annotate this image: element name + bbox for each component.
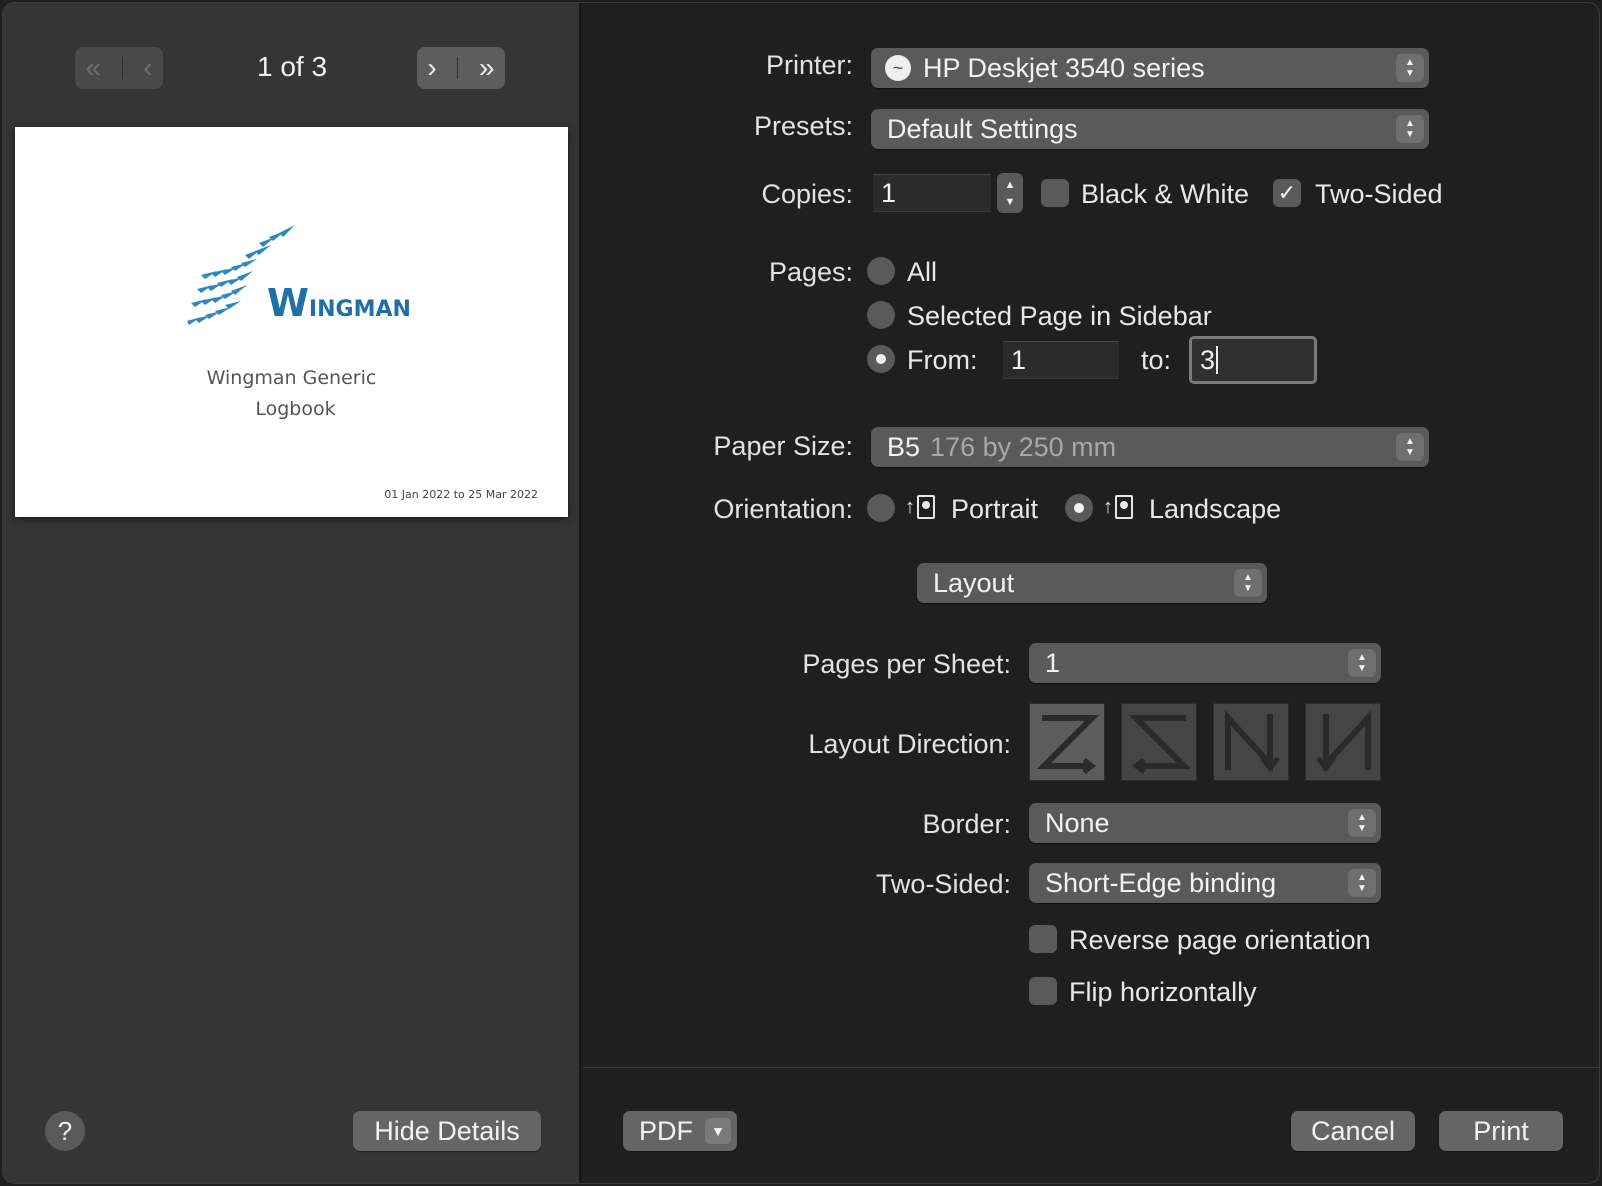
paper-size-popup[interactable]: B5 176 by 250 mm ▲ ▼	[871, 427, 1429, 467]
flip-horizontally-label: Flip horizontally	[1069, 977, 1257, 1007]
reverse-n-direction-icon	[1316, 710, 1371, 773]
two-sided-label: Two-Sided	[1315, 179, 1443, 209]
copies-stepper[interactable]: ▲ ▼	[997, 173, 1023, 213]
pages-to-value: 3	[1200, 344, 1216, 375]
layout-direction-n-button[interactable]	[1213, 703, 1289, 781]
copies-field[interactable]: 1	[873, 174, 991, 212]
printer-popup[interactable]: ~ HP Deskjet 3540 series ▲ ▼	[871, 48, 1429, 88]
paper-size-dimensions: 176 by 250 mm	[930, 431, 1117, 462]
border-popup[interactable]: None ▲ ▼	[1029, 803, 1381, 843]
printer-value: HP Deskjet 3540 series	[923, 52, 1205, 83]
print-button[interactable]: Print	[1439, 1111, 1563, 1151]
orientation-label: Orientation:	[713, 494, 853, 524]
pages-from-field[interactable]: 1	[1003, 341, 1119, 379]
popup-arrows-icon: ▲ ▼	[1234, 569, 1262, 597]
portrait-label: Portrait	[951, 494, 1039, 524]
pdf-label: PDF	[639, 1115, 693, 1146]
pages-per-sheet-label: Pages per Sheet:	[802, 649, 1011, 679]
black-white-checkbox[interactable]	[1041, 179, 1069, 207]
portrait-radio[interactable]	[867, 494, 895, 522]
printer-label: Printer:	[765, 50, 853, 80]
help-button[interactable]: ?	[45, 1111, 85, 1151]
pages-to-label: to:	[1141, 345, 1172, 375]
stepper-down-icon[interactable]: ▼	[1005, 196, 1016, 208]
two-sided-option-label: Two-Sided:	[875, 869, 1011, 899]
presets-popup[interactable]: Default Settings ▲ ▼	[871, 109, 1429, 149]
cancel-button[interactable]: Cancel	[1291, 1111, 1415, 1151]
pages-selected-label: Selected Page in Sidebar	[907, 301, 1212, 331]
pages-from-radio[interactable]	[867, 345, 895, 373]
pages-all-radio[interactable]	[867, 257, 895, 285]
page-preview: WINGMAN Wingman Generic Logbook 01 Jan 2…	[15, 127, 568, 517]
logo-wordmark: WINGMAN	[267, 281, 411, 325]
pages-per-sheet-value: 1	[1045, 647, 1061, 678]
printer-status-icon: ~	[885, 55, 911, 81]
layout-direction-z-button[interactable]	[1029, 703, 1105, 781]
chevron-down-icon: ▼	[705, 1118, 731, 1144]
border-label: Border:	[922, 809, 1011, 839]
landscape-radio[interactable]	[1065, 494, 1093, 522]
reverse-orientation-checkbox[interactable]	[1029, 925, 1057, 953]
section-value: Layout	[933, 567, 1015, 598]
popup-arrows-icon: ▲ ▼	[1396, 54, 1424, 82]
paper-size-label: Paper Size:	[713, 431, 853, 461]
checkmark-icon: ✓	[1277, 180, 1297, 205]
popup-arrows-icon: ▲ ▼	[1348, 809, 1376, 837]
pdf-menu-button[interactable]: PDF ▼	[623, 1111, 737, 1151]
popup-arrows-icon: ▲ ▼	[1348, 869, 1376, 897]
pages-to-field[interactable]: 3	[1189, 336, 1317, 384]
document-title-line1: Wingman Generic	[206, 367, 377, 389]
document-title-line2: Logbook	[255, 398, 336, 420]
paper-size-name: B5	[887, 431, 921, 462]
footer-divider	[583, 1067, 1599, 1068]
presets-label: Presets:	[753, 111, 853, 141]
hide-details-button[interactable]: Hide Details	[353, 1111, 541, 1151]
document-date-range: 01 Jan 2022 to 25 Mar 2022	[384, 488, 538, 501]
border-value: None	[1045, 807, 1110, 838]
text-caret	[1216, 346, 1219, 374]
next-page-icon[interactable]: ›	[427, 52, 436, 84]
layout-direction-reverse-n-button[interactable]	[1305, 703, 1381, 781]
pages-selected-radio[interactable]	[867, 301, 895, 329]
two-sided-popup[interactable]: Short-Edge binding ▲ ▼	[1029, 863, 1381, 903]
preview-sidebar: « ‹ 1 of 3 › » WINGMAN Wingman Generic L…	[3, 3, 581, 1183]
stepper-up-icon[interactable]: ▲	[1005, 179, 1016, 191]
layout-direction-reverse-z-button[interactable]	[1121, 703, 1197, 781]
popup-arrows-icon: ▲ ▼	[1396, 433, 1424, 461]
pages-from-label: From:	[907, 345, 978, 375]
z-direction-icon	[1036, 715, 1100, 774]
two-sided-value: Short-Edge binding	[1045, 867, 1277, 898]
landscape-icon: ↑	[1103, 495, 1133, 519]
copies-label: Copies:	[761, 179, 853, 209]
reverse-z-direction-icon	[1128, 715, 1192, 774]
flip-horizontally-checkbox[interactable]	[1029, 977, 1057, 1005]
n-direction-icon	[1225, 710, 1280, 773]
popup-arrows-icon: ▲ ▼	[1348, 649, 1376, 677]
reverse-orientation-label: Reverse page orientation	[1069, 925, 1371, 955]
popup-arrows-icon: ▲ ▼	[1396, 115, 1424, 143]
wingman-logo: WINGMAN	[187, 223, 411, 343]
black-white-label: Black & White	[1081, 179, 1250, 209]
next-page-group: › »	[417, 47, 505, 89]
section-popup[interactable]: Layout ▲ ▼	[917, 563, 1267, 603]
print-dialog: « ‹ 1 of 3 › » WINGMAN Wingman Generic L…	[2, 2, 1600, 1184]
portrait-icon: ↑	[905, 495, 935, 519]
landscape-label: Landscape	[1149, 494, 1282, 524]
last-page-icon[interactable]: »	[479, 52, 495, 84]
two-sided-checkbox[interactable]: ✓	[1273, 179, 1301, 207]
pages-all-label: All	[907, 257, 938, 287]
presets-value: Default Settings	[887, 113, 1078, 144]
layout-direction-label: Layout Direction:	[808, 729, 1011, 759]
pages-per-sheet-popup[interactable]: 1 ▲ ▼	[1029, 643, 1381, 683]
pages-label: Pages:	[768, 257, 853, 287]
